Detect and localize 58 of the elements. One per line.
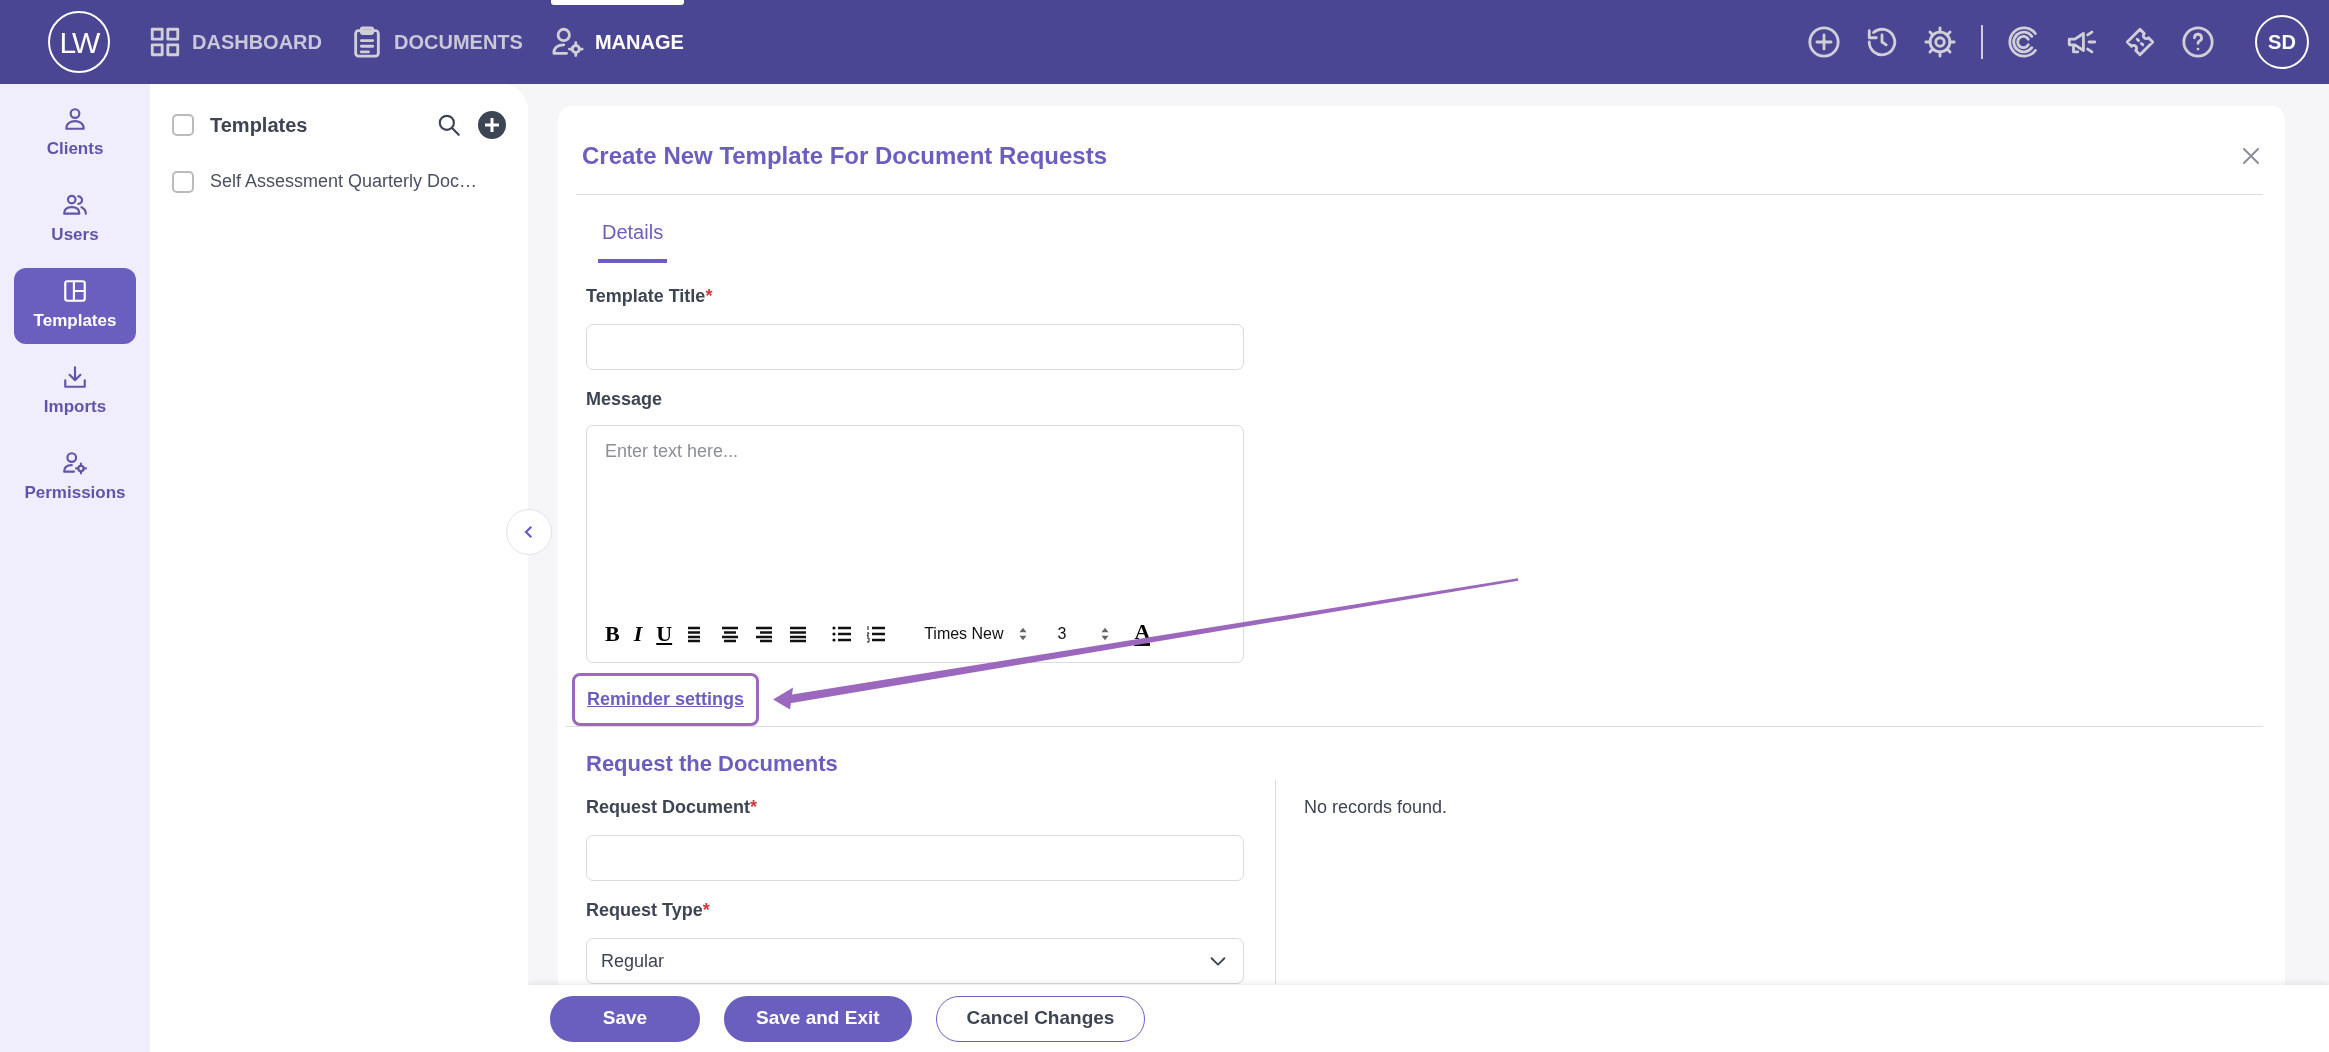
settings-icon[interactable] — [1923, 25, 1957, 59]
action-button[interactable]: Save and Exit — [724, 995, 912, 1042]
action-button[interactable]: Cancel Changes — [935, 995, 1146, 1042]
sidebar-item[interactable]: Clients — [14, 96, 136, 172]
form-title: Create New Template For Document Requests — [582, 141, 1107, 171]
search-icon[interactable] — [436, 112, 462, 138]
bullet-list-icon[interactable] — [832, 624, 853, 643]
panel-title: Templates — [210, 113, 309, 138]
user-gear-icon — [62, 450, 88, 477]
font-size-field[interactable]: 3 — [1057, 621, 1067, 646]
nav-tab[interactable]: MANAGE — [550, 0, 684, 84]
sidebar-item[interactable]: Users — [14, 182, 136, 258]
user-gear-icon — [550, 25, 585, 59]
bold-button[interactable]: B — [605, 617, 620, 650]
section-title: Request the Documents — [586, 750, 839, 778]
spinner-icon[interactable] — [1100, 625, 1111, 642]
ticket-icon[interactable] — [2123, 25, 2157, 59]
history-icon[interactable] — [1865, 25, 1899, 59]
required-mark: * — [705, 286, 713, 306]
nav-tab[interactable]: DASHBOARD — [148, 0, 322, 84]
nav-tab[interactable]: DOCUMENTS — [350, 0, 523, 84]
sidebar-item[interactable]: Imports — [14, 354, 136, 430]
placeholder-text: Enter text here... — [605, 440, 740, 463]
action-button[interactable]: Save — [550, 995, 700, 1042]
font-select[interactable]: Times New — [924, 621, 1004, 646]
input-field[interactable] — [586, 835, 1244, 881]
field-label: Request Document — [586, 797, 751, 817]
template-item[interactable]: Self Assessment Quarterly Doc… — [210, 168, 478, 195]
add-icon[interactable] — [478, 111, 506, 139]
grid-icon — [148, 25, 182, 59]
align-center-icon[interactable] — [720, 624, 741, 643]
person-icon — [62, 106, 88, 133]
required-mark: * — [702, 900, 710, 920]
align-right-icon[interactable] — [754, 624, 775, 643]
reminder-settings-link[interactable]: Reminder settings — [587, 689, 745, 709]
avatar[interactable]: SD — [2255, 15, 2309, 69]
field-label: Message — [586, 388, 664, 411]
checkbox[interactable] — [172, 114, 194, 136]
empty-message: No records found. — [1304, 796, 1448, 819]
download-icon — [62, 364, 88, 391]
checkbox[interactable] — [172, 170, 194, 193]
field-label: Request Type — [586, 900, 703, 920]
spinner-icon[interactable] — [1017, 625, 1028, 642]
numbered-list-icon[interactable] — [866, 624, 887, 643]
justify-icon[interactable] — [788, 624, 809, 643]
italic-button[interactable]: I — [633, 617, 643, 650]
select-field[interactable]: Regular — [586, 938, 1244, 984]
field-label: Template Title — [586, 286, 706, 306]
layout-icon — [62, 278, 88, 305]
logo[interactable]: LW — [48, 11, 110, 73]
help-icon[interactable] — [2181, 25, 2215, 59]
underline-button[interactable]: U — [656, 617, 673, 650]
sidebar-item[interactable]: Permissions — [14, 440, 136, 516]
input-field[interactable] — [586, 324, 1244, 370]
required-mark: * — [750, 797, 758, 817]
add-icon[interactable] — [1807, 25, 1841, 59]
tab[interactable]: Details — [598, 217, 668, 263]
sidebar-item[interactable]: Templates — [14, 268, 136, 344]
